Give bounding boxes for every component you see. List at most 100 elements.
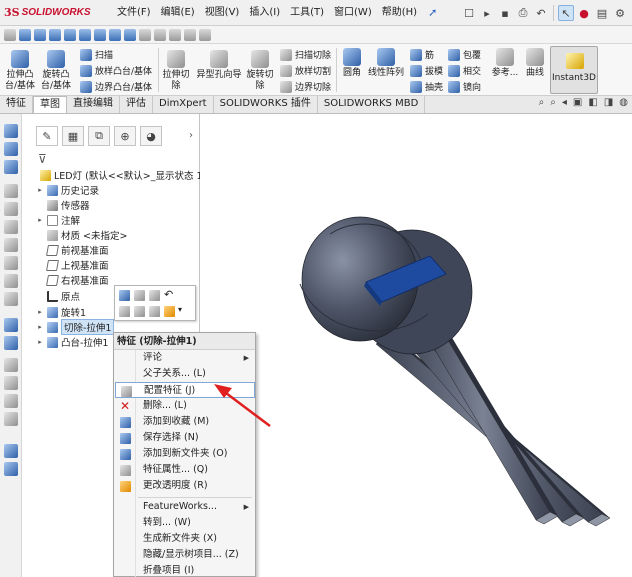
surface-icon[interactable]	[4, 274, 18, 288]
view-tool-icon[interactable]	[94, 28, 106, 41]
tree-root-part[interactable]: LED灯 (默认<<默认>_显示状态 1>	[40, 168, 211, 182]
linear-pattern-button[interactable]: 线性阵列	[366, 48, 406, 79]
menu-item-create-new-folder[interactable]: 生成新文件夹 (X)	[115, 531, 255, 547]
menu-insert[interactable]: 插入(I)	[244, 0, 285, 26]
tab-mbd[interactable]: SOLIDWORKS MBD	[318, 96, 426, 113]
configuration-manager-tab-icon[interactable]: ⧉	[88, 126, 110, 146]
chevron-right-icon[interactable]: ›	[189, 130, 193, 141]
print-icon[interactable]: ⎙	[515, 5, 531, 21]
suppress-icon[interactable]	[149, 290, 160, 301]
menu-item-add-favorites[interactable]: 添加到收藏 (M)	[115, 414, 255, 430]
tree-item-annotations[interactable]: ▸ 注解	[36, 213, 80, 227]
revolve-boss-button[interactable]: 旋转凸 台/基体	[40, 50, 72, 92]
menu-item-save-selection[interactable]: 保存选择 (N)	[115, 430, 255, 446]
tree-item-boss-extrude1[interactable]: ▸ 凸台-拉伸1	[36, 335, 108, 349]
menu-file[interactable]: 文件(F)	[112, 0, 156, 26]
surface-icon[interactable]	[4, 124, 18, 138]
menu-item-change-transparency[interactable]: 更改透明度 (R)	[115, 478, 255, 494]
surface-icon[interactable]	[4, 256, 18, 270]
surface-icon[interactable]	[4, 336, 18, 350]
loft-cut-button[interactable]: 放样切割	[280, 64, 331, 77]
loft-boss-button[interactable]: 放样凸台/基体	[80, 64, 152, 77]
view-tool-icon[interactable]	[169, 28, 181, 41]
solidworks-logo[interactable]: 3S SOLIDWORKS	[0, 0, 112, 26]
surface-icon[interactable]	[4, 318, 18, 332]
menu-item-comment[interactable]: 评论 ▶	[115, 350, 255, 366]
menu-window[interactable]: 窗口(W)	[329, 0, 377, 26]
zoom-icon[interactable]: ⌕	[539, 97, 545, 108]
zoom-to-selection-icon[interactable]	[134, 306, 145, 317]
view-tool-icon[interactable]	[154, 28, 166, 41]
menu-item-collapse-items[interactable]: 折叠项目 (I)	[115, 563, 255, 577]
instant3d-button[interactable]: Instant3D	[550, 46, 598, 94]
surface-icon[interactable]	[4, 394, 18, 408]
surface-icon[interactable]	[4, 358, 18, 372]
expand-icon[interactable]: ▸	[36, 338, 44, 346]
save-icon[interactable]: ▪	[497, 5, 513, 21]
menu-item-go-to[interactable]: 转到... (W)	[115, 515, 255, 531]
dimxpert-manager-tab-icon[interactable]: ⊕	[114, 126, 136, 146]
shell-button[interactable]: 抽壳	[410, 80, 443, 93]
intersect-button[interactable]: 相交	[448, 64, 481, 77]
appearance-icon[interactable]: ◍	[619, 97, 628, 108]
expand-icon[interactable]: ▸	[36, 308, 44, 316]
boundary-cut-button[interactable]: 边界切除	[280, 80, 331, 93]
tab-evaluate[interactable]: 评估	[120, 96, 153, 113]
surface-icon[interactable]	[4, 412, 18, 426]
tree-item-top-plane[interactable]: 上视基准面	[36, 258, 109, 272]
feature-manager-tab-icon[interactable]: ✎	[36, 126, 58, 146]
surface-icon[interactable]	[4, 292, 18, 306]
tab-addins[interactable]: SOLIDWORKS 插件	[214, 96, 318, 113]
extrude-cut-button[interactable]: 拉伸切 除	[160, 50, 192, 92]
expand-icon[interactable]: ▸	[36, 186, 44, 194]
display-manager-tab-icon[interactable]: ◕	[140, 126, 162, 146]
fillet-button[interactable]: 圆角	[338, 48, 366, 79]
surface-icon[interactable]	[4, 376, 18, 390]
view-tool-icon[interactable]	[34, 28, 46, 41]
appearance-icon[interactable]	[164, 306, 175, 317]
sweep-cut-button[interactable]: 扫描切除	[280, 48, 331, 61]
view-tool-icon[interactable]	[109, 28, 121, 41]
tree-item-front-plane[interactable]: 前视基准面	[36, 243, 109, 257]
edit-sketch-icon[interactable]	[134, 290, 145, 301]
pin-icon[interactable]: ➚	[428, 6, 437, 19]
expand-icon[interactable]: ▸	[36, 323, 44, 331]
mirror-button[interactable]: 镜向	[448, 80, 481, 93]
options-icon[interactable]: ⚙	[612, 5, 628, 21]
traffic-light-icon[interactable]: ●	[576, 5, 592, 21]
sketch-tool-icon[interactable]	[4, 28, 16, 41]
rib-button[interactable]: 筋	[410, 48, 434, 61]
view-tool-icon[interactable]	[199, 28, 211, 41]
tree-item-cut-extrude1[interactable]: ▸ 切除-拉伸1	[36, 319, 115, 335]
menu-item-feature-properties[interactable]: 特征属性... (Q)	[115, 462, 255, 478]
curves-button[interactable]: 曲线	[522, 48, 548, 79]
filter-icon[interactable]: ⊽	[38, 152, 47, 166]
hide-icon[interactable]	[119, 306, 130, 317]
surface-icon[interactable]	[4, 160, 18, 174]
menu-item-delete[interactable]: ✕ 删除... (L)	[115, 398, 255, 414]
edit-feature-icon[interactable]	[119, 290, 130, 301]
chevron-down-icon[interactable]: ▾	[178, 305, 189, 316]
wrap-button[interactable]: 包覆	[448, 48, 481, 61]
menu-item-parent-child[interactable]: 父子关系... (L)	[115, 366, 255, 382]
extrude-boss-button[interactable]: 拉伸凸 台/基体	[4, 50, 36, 92]
undo-icon[interactable]: ↶	[533, 5, 549, 21]
expand-icon[interactable]: ▸	[36, 216, 44, 224]
display-style-icon[interactable]: ◨	[604, 97, 613, 108]
menu-item-featureworks[interactable]: FeatureWorks... ▶	[115, 499, 255, 515]
boundary-boss-button[interactable]: 边界凸台/基体	[80, 80, 152, 93]
led-model[interactable]	[200, 114, 632, 577]
previous-view-icon[interactable]: ◂	[562, 97, 567, 108]
view-tool-icon[interactable]	[49, 28, 61, 41]
menu-item-add-to-new-folder[interactable]: 添加到新文件夹 (O)	[115, 446, 255, 462]
select-icon[interactable]: ↖	[558, 5, 574, 21]
surface-icon[interactable]	[4, 220, 18, 234]
view-tool-icon[interactable]	[184, 28, 196, 41]
file-properties-icon[interactable]: ▤	[594, 5, 610, 21]
surface-icon[interactable]	[4, 184, 18, 198]
normal-to-icon[interactable]	[149, 306, 160, 317]
tree-item-origin[interactable]: 原点	[36, 289, 80, 303]
view-tool-icon[interactable]	[19, 28, 31, 41]
menu-view[interactable]: 视图(V)	[200, 0, 245, 26]
tab-sketch[interactable]: 草图	[33, 96, 67, 113]
